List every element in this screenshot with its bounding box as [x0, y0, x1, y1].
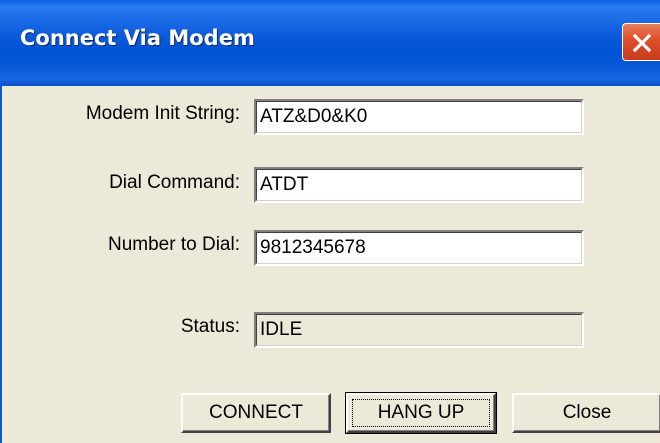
connect-button[interactable]: CONNECT	[181, 393, 331, 433]
window-frame-edge	[0, 86, 2, 443]
hang-up-button-label: HANG UP	[377, 402, 465, 423]
dial-command-label: Dial Command:	[109, 172, 240, 193]
close-button[interactable]: Close	[512, 393, 660, 433]
number-to-dial-input[interactable]: 9812345678	[254, 230, 584, 266]
status-field: IDLE	[254, 312, 584, 348]
dial-command-value: ATDT	[260, 174, 309, 195]
close-button-label: Close	[562, 402, 612, 423]
status-value: IDLE	[260, 319, 303, 340]
dial-command-input[interactable]: ATDT	[254, 167, 584, 203]
hang-up-button[interactable]: HANG UP	[345, 392, 497, 434]
window-title: Connect Via Modem	[20, 26, 255, 50]
number-to-dial-label: Number to Dial:	[108, 234, 240, 255]
init-string-value: ATZ&D0&K0	[260, 106, 368, 127]
title-bar[interactable]: Connect Via Modem	[0, 0, 660, 86]
connect-button-label: CONNECT	[209, 402, 303, 423]
close-window-button[interactable]	[622, 23, 660, 61]
init-string-label: Modem Init String:	[85, 103, 240, 124]
init-string-input[interactable]: ATZ&D0&K0	[254, 99, 584, 135]
close-icon	[632, 33, 652, 53]
number-to-dial-value: 9812345678	[260, 237, 366, 258]
status-label: Status:	[180, 316, 240, 337]
connect-via-modem-dialog: Connect Via Modem Modem Init String: ATZ…	[0, 0, 660, 443]
